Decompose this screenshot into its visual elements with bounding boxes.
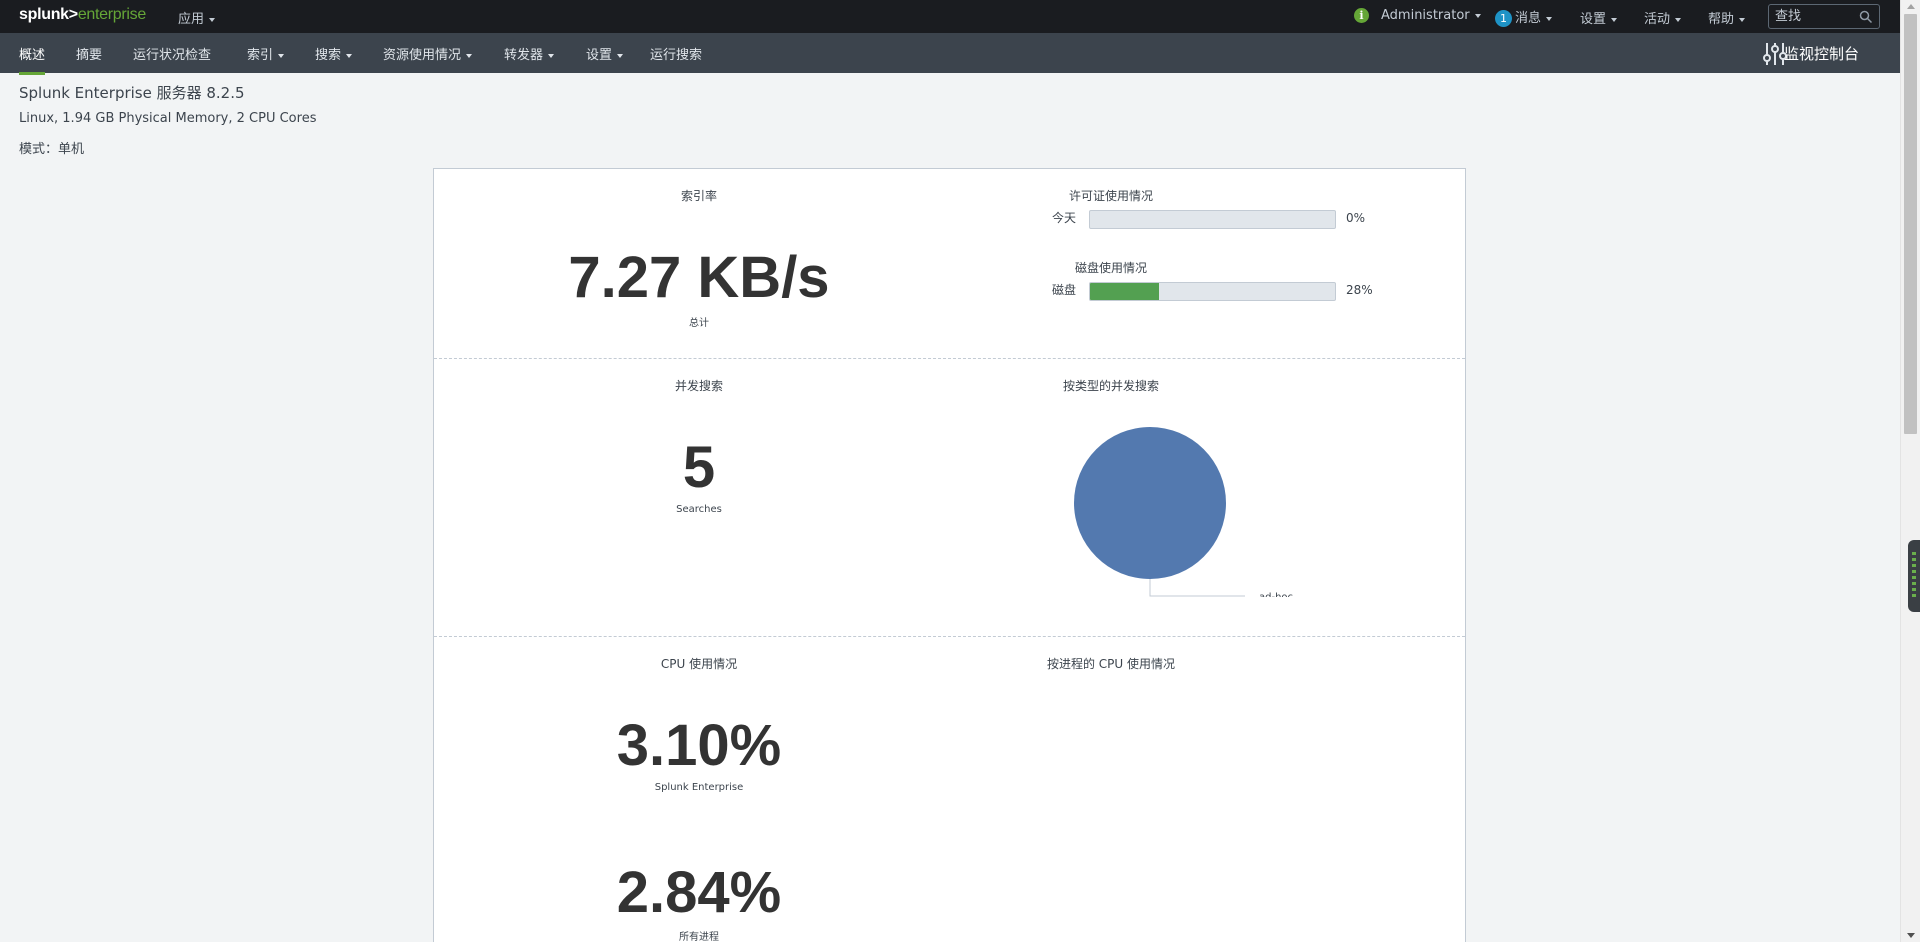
pie-slice-label: ad-hoc [1259, 592, 1293, 597]
scroll-down-icon[interactable] [1907, 933, 1915, 938]
chevron-down-icon [466, 53, 473, 58]
nav-item-label: 概述 [19, 48, 46, 63]
nav-item-label: 索引 [247, 48, 274, 63]
row-divider [434, 358, 1465, 359]
license-usage-title: 许可证使用情况 [1068, 189, 1153, 203]
nav-item-resource-usage[interactable]: 资源使用情况 [383, 44, 473, 63]
search-box [1768, 4, 1880, 29]
license-today-label: 今天 [1052, 211, 1077, 225]
chevron-down-icon [278, 53, 285, 58]
concurrent-by-type-title: 按类型的并发搜索 [1062, 379, 1159, 393]
disk-usage-title: 磁盘使用情况 [1074, 261, 1147, 275]
nav-item-label: 运行搜索 [650, 48, 703, 63]
nav-item-label: 资源使用情况 [383, 48, 462, 63]
chevron-down-icon [1474, 13, 1481, 18]
nav-item-health-check[interactable]: 运行状况检查 [133, 44, 211, 63]
chevron-down-icon [548, 53, 555, 58]
apps-menu-label: 应用 [178, 12, 205, 27]
app-title: 监视控制台 [1783, 45, 1859, 63]
nav-item-label: 转发器 [504, 48, 544, 63]
nav-item-indexing[interactable]: 索引 [247, 44, 285, 63]
row-divider [434, 636, 1465, 637]
activity-menu-label: 活动 [1644, 12, 1671, 27]
info-icon: i [1354, 8, 1369, 23]
concurrent-searches-value: 5 [682, 435, 716, 500]
scroll-up-icon[interactable] [1907, 4, 1915, 9]
nav-item-settings[interactable]: 设置 [586, 44, 624, 63]
cpu-usage-title: CPU 使用情况 [660, 657, 738, 671]
chevron-down-icon [1739, 17, 1746, 22]
cpu-usage-splunk-value: 3.10% [616, 713, 782, 778]
index-rate-value: 7.27 KB/s [568, 245, 830, 310]
settings-menu-label: 设置 [1580, 12, 1607, 27]
page-scrollbar[interactable] [1900, 0, 1920, 942]
logo-primary-text: splunk> [19, 6, 78, 23]
server-title: Splunk Enterprise 服务器 8.2.5 [19, 84, 245, 102]
side-widget-handle[interactable] [1908, 540, 1920, 612]
help-menu-label: 帮助 [1708, 12, 1735, 27]
disk-usage-bar [1089, 282, 1336, 301]
activity-menu[interactable]: 活动 [1644, 8, 1682, 27]
license-usage-bar [1089, 210, 1336, 229]
disk-label: 磁盘 [1052, 283, 1077, 297]
chevron-down-icon [617, 53, 624, 58]
cpu-usage-all-value: 2.84% [616, 860, 782, 925]
chevron-down-icon [1675, 17, 1682, 22]
help-menu[interactable]: 帮助 [1708, 8, 1746, 27]
server-mode: 模式：单机 [19, 142, 85, 157]
app-nav-bar: 概述 摘要 运行状况检查 索引 搜索 资源使用情况 转发器 设置 运行搜索 监视… [0, 33, 1900, 75]
chevron-down-icon [346, 53, 353, 58]
nav-item-label: 搜索 [315, 48, 342, 63]
messages-menu[interactable]: 1 消息 [1495, 7, 1553, 27]
search-icon[interactable] [1859, 10, 1873, 24]
nav-item-label: 摘要 [76, 48, 103, 63]
messages-count-badge: 1 [1495, 10, 1512, 27]
license-usage-percent: 0% [1346, 211, 1366, 225]
top-bar: splunk>enterprise 应用 i Administrator 1 消息… [0, 0, 1900, 33]
index-rate-caption: 总计 [689, 318, 709, 329]
pie-leader-line [1149, 579, 1245, 597]
index-rate-title: 索引率 [680, 189, 717, 203]
chevron-down-icon [1546, 16, 1553, 21]
nav-item-summary[interactable]: 摘要 [76, 44, 102, 63]
settings-menu[interactable]: 设置 [1580, 8, 1618, 27]
scroll-thumb[interactable] [1904, 14, 1917, 434]
cpu-by-process-title: 按进程的 CPU 使用情况 [1046, 657, 1176, 671]
pie-slice[interactable] [1074, 427, 1226, 579]
messages-menu-label: 消息 [1515, 11, 1542, 26]
chevron-down-icon [209, 17, 216, 22]
nav-item-forwarders[interactable]: 转发器 [504, 44, 555, 63]
nav-item-label: 设置 [586, 48, 613, 63]
disk-usage-percent: 28% [1346, 283, 1373, 297]
nav-item-run-search[interactable]: 运行搜索 [650, 44, 702, 63]
concurrent-searches-title: 并发搜索 [674, 379, 723, 393]
disk-usage-fill [1090, 283, 1159, 300]
cpu-usage-splunk-caption: Splunk Enterprise [654, 782, 744, 793]
chevron-down-icon [1611, 17, 1618, 22]
cpu-usage-all-caption: 所有进程 [679, 932, 719, 942]
nav-item-search[interactable]: 搜索 [315, 44, 353, 63]
apps-menu[interactable]: 应用 [178, 8, 216, 27]
nav-item-overview[interactable]: 概述 [19, 44, 46, 75]
server-specs: Linux, 1.94 GB Physical Memory, 2 CPU Co… [19, 111, 317, 126]
search-input[interactable] [1775, 8, 1855, 25]
logo-secondary-text: enterprise [77, 6, 146, 23]
concurrent-searches-caption: Searches [676, 504, 722, 515]
splunk-logo[interactable]: splunk>enterprise [19, 6, 146, 24]
user-menu-label: Administrator [1381, 8, 1470, 23]
user-menu[interactable]: Administrator [1381, 8, 1481, 23]
concurrent-by-type-pie-chart: ad-hoc [1074, 427, 1293, 597]
overview-panel: 索引率 7.27 KB/s 总计 许可证使用情况 今天 0% 磁盘使用情况 磁盘… [433, 168, 1466, 942]
nav-item-label: 运行状况检查 [133, 48, 212, 63]
